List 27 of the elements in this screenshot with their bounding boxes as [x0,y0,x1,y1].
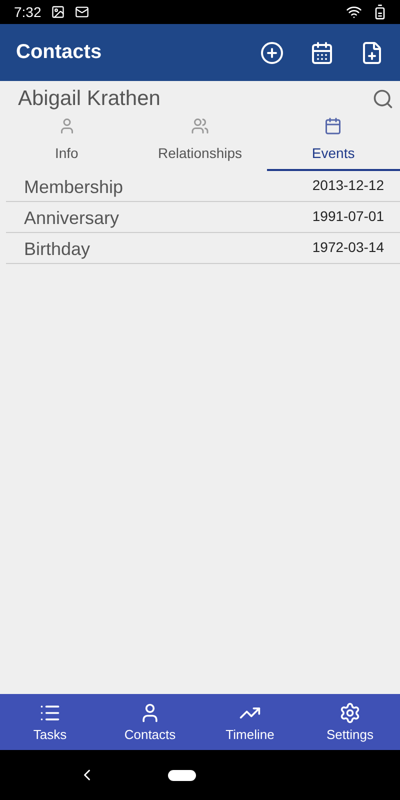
event-date: 1972-03-14 [312,239,384,257]
event-name: Membership [24,177,124,198]
nav-item[interactable]: Contacts [100,694,200,750]
calendar-icon[interactable] [310,40,334,64]
event-date: 2013-12-12 [312,177,384,195]
tab[interactable]: Relationships [133,111,267,171]
event-name: Birthday [24,239,90,260]
contact-name: Abigail Krathen [18,87,160,111]
nav-item[interactable]: Timeline [200,694,300,750]
app-title: Contacts [16,41,103,64]
calendar-icon [324,117,342,135]
status-time: 7:32 [14,4,42,20]
file-plus-icon[interactable] [360,40,384,64]
nav-item[interactable]: Settings [300,694,400,750]
mail-icon [75,5,90,19]
image-icon [51,5,66,19]
add-icon[interactable] [260,40,284,64]
people-icon [190,117,209,135]
settings-icon [339,702,361,724]
event-date: 1991-07-01 [312,208,384,226]
tab[interactable]: Info [0,111,134,171]
tab[interactable]: Events [266,111,400,171]
wifi-icon [346,4,362,20]
home-pill[interactable] [168,770,196,780]
nav-item[interactable]: Tasks [0,694,100,750]
search-icon[interactable] [372,88,394,110]
event-name: Anniversary [24,208,120,229]
